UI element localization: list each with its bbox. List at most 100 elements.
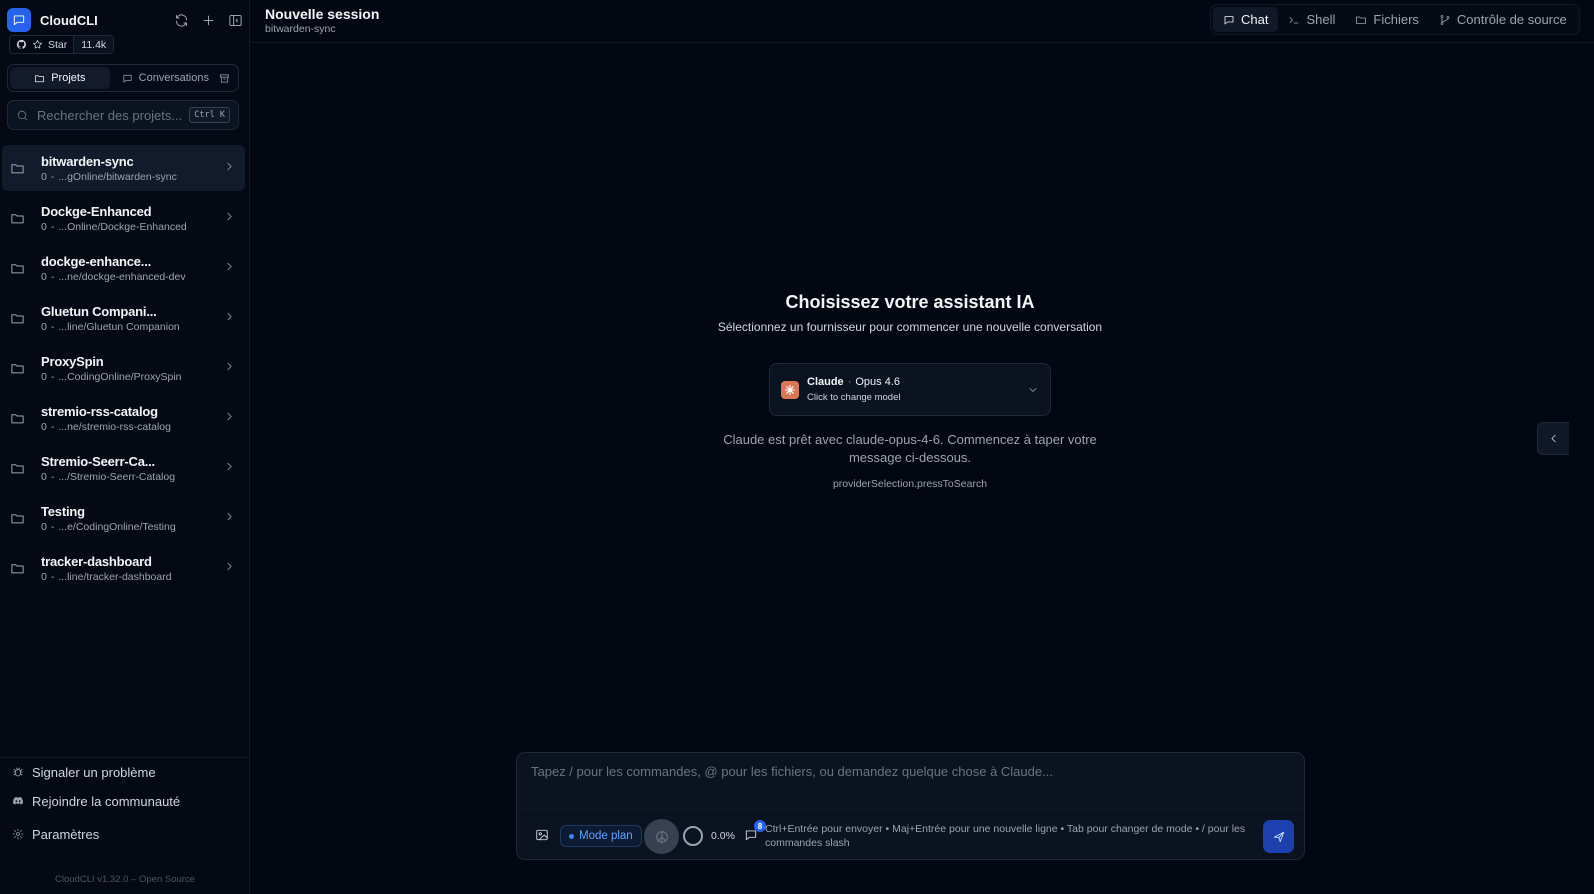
project-session-count: 0: [41, 170, 47, 183]
message-input[interactable]: [517, 753, 1304, 809]
project-item[interactable]: Dockge-Enhanced 0- ...Online/Dockge-Enhan…: [2, 195, 245, 241]
project-session-count: 0: [41, 470, 47, 483]
terminal-icon: [1288, 14, 1300, 26]
folder-icon: [10, 211, 26, 226]
folder-icon: [10, 161, 26, 176]
project-path: ...line/Gluetun Companion: [58, 320, 180, 333]
mode-plan-button[interactable]: Mode plan: [560, 825, 642, 847]
composer-toolbar: Mode plan 0.0% 8 Ctrl+Entrée pour envoye…: [517, 809, 1304, 859]
press-to-search-hint: providerSelection.pressToSearch: [832, 478, 988, 490]
thinking-toggle-button[interactable]: [644, 819, 679, 854]
project-session-count: 0: [41, 320, 47, 333]
search-input[interactable]: [37, 107, 187, 123]
project-item[interactable]: Testing 0- ...e/CodingOnline/Testing: [2, 495, 245, 541]
project-path: ...line/tracker-dashboard: [58, 570, 172, 583]
archive-icon[interactable]: [219, 73, 230, 84]
chevron-right-icon: [223, 210, 236, 223]
tab-conversations-label: Conversations: [138, 72, 209, 84]
model-provider: Claude: [807, 376, 844, 388]
join-community-label: Rejoindre la communauté: [32, 793, 181, 809]
project-path: ...ne/stremio-rss-catalog: [58, 420, 171, 433]
project-item[interactable]: Gluetun Compani... 0- ...line/Gluetun Com…: [2, 295, 245, 341]
project-name: stremio-rss-catalog: [41, 403, 158, 419]
project-name: dockge-enhance...: [41, 253, 152, 269]
sidebar: CloudCLI Star 11.4k Projets Conversation…: [0, 0, 250, 894]
project-item[interactable]: ProxySpin 0- ...CodingOnline/ProxySpin: [2, 345, 245, 391]
tab-source-control[interactable]: Contrôle de source: [1429, 7, 1577, 32]
collapse-sidebar-icon[interactable]: [228, 13, 243, 28]
project-path: ...e/CodingOnline/Testing: [58, 520, 176, 533]
model-selector[interactable]: Claude · Opus 4.6 Click to change model: [769, 363, 1051, 416]
sidebar-tabs: Projets Conversations: [7, 64, 239, 92]
project-session-count: 0: [41, 270, 47, 283]
send-button[interactable]: [1263, 820, 1294, 853]
chevron-right-icon: [223, 160, 236, 173]
tab-chat[interactable]: Chat: [1213, 7, 1279, 32]
page-title: Nouvelle session: [265, 6, 380, 22]
main-tabs: Chat Shell Fichiers Contrôle de source: [1210, 4, 1580, 35]
project-name: ProxySpin: [41, 353, 104, 369]
star-label: Star: [48, 38, 68, 51]
chevron-right-icon: [223, 460, 236, 473]
context-usage-percent: 0.0%: [711, 830, 735, 842]
search-icon: [16, 109, 29, 122]
chevron-right-icon: [223, 410, 236, 423]
folder-icon: [10, 261, 26, 276]
app-version: CloudCLI v1.32.0 – Open Source: [55, 874, 195, 885]
tab-files[interactable]: Fichiers: [1345, 7, 1429, 32]
message-icon: [1223, 14, 1235, 26]
tab-files-label: Fichiers: [1373, 12, 1419, 27]
brand-row: CloudCLI: [7, 8, 243, 32]
model-name: Opus 4.6: [855, 376, 900, 388]
folder-icon: [1355, 14, 1367, 26]
refresh-icon[interactable]: [174, 13, 189, 28]
app-name: CloudCLI: [40, 12, 98, 28]
folder-icon: [10, 411, 26, 426]
chevron-left-icon: [1547, 432, 1560, 445]
discord-icon: [12, 795, 24, 807]
bug-icon: [12, 766, 24, 778]
tab-chat-label: Chat: [1241, 12, 1269, 27]
attach-image-icon[interactable]: [535, 828, 549, 842]
send-icon: [1272, 830, 1286, 844]
chevron-right-icon: [223, 260, 236, 273]
folder-icon: [10, 361, 26, 376]
project-item[interactable]: bitwarden-sync 0- ...gOnline/bitwarden-sy…: [2, 145, 245, 191]
project-item[interactable]: dockge-enhance... 0- ...ne/dockge-enhance…: [2, 245, 245, 291]
project-name: bitwarden-sync: [41, 153, 134, 169]
project-name: Stremio-Seerr-Ca...: [41, 453, 155, 469]
project-search: Ctrl K: [7, 100, 239, 130]
sidebar-footer: Signaler un problème Rejoindre la commun…: [0, 757, 250, 848]
project-name: tracker-dashboard: [41, 553, 152, 569]
git-branch-icon: [1439, 14, 1451, 26]
ready-message: Claude est prêt avec claude-opus-4-6. Co…: [723, 432, 1097, 465]
join-community-link[interactable]: Rejoindre la communauté: [0, 787, 250, 815]
project-path: ...ne/dockge-enhanced-dev: [58, 270, 186, 283]
project-path: ...Online/Dockge-Enhanced: [58, 220, 187, 233]
folder-icon: [10, 561, 26, 576]
new-project-icon[interactable]: [201, 13, 216, 28]
folder-icon: [10, 311, 26, 326]
report-issue-link[interactable]: Signaler un problème: [0, 758, 250, 786]
project-path: ...gOnline/bitwarden-sync: [58, 170, 177, 183]
tab-source-control-label: Contrôle de source: [1456, 12, 1567, 27]
context-usage-ring: [683, 826, 703, 846]
message-icon: [122, 73, 133, 84]
app-logo-icon[interactable]: [7, 8, 31, 32]
gear-icon: [12, 828, 24, 840]
settings-link[interactable]: Paramètres: [0, 820, 250, 848]
tab-projects[interactable]: Projets: [10, 67, 110, 89]
tab-conversations[interactable]: Conversations: [112, 67, 219, 89]
project-item[interactable]: tracker-dashboard 0- ...line/tracker-dash…: [2, 545, 245, 591]
project-name: Dockge-Enhanced: [41, 203, 152, 219]
project-item[interactable]: stremio-rss-catalog 0- ...ne/stremio-rss-…: [2, 395, 245, 441]
project-session-count: 0: [41, 570, 47, 583]
folder-icon: [10, 511, 26, 526]
github-star-badge[interactable]: Star 11.4k: [9, 35, 114, 54]
tab-shell[interactable]: Shell: [1278, 7, 1345, 32]
page-subtitle: bitwarden-sync: [265, 23, 336, 35]
project-item[interactable]: Stremio-Seerr-Ca... 0- .../Stremio-Seerr-…: [2, 445, 245, 491]
mode-indicator-dot: [569, 833, 574, 839]
expand-panel-button[interactable]: [1537, 422, 1569, 455]
tab-shell-label: Shell: [1306, 12, 1336, 27]
